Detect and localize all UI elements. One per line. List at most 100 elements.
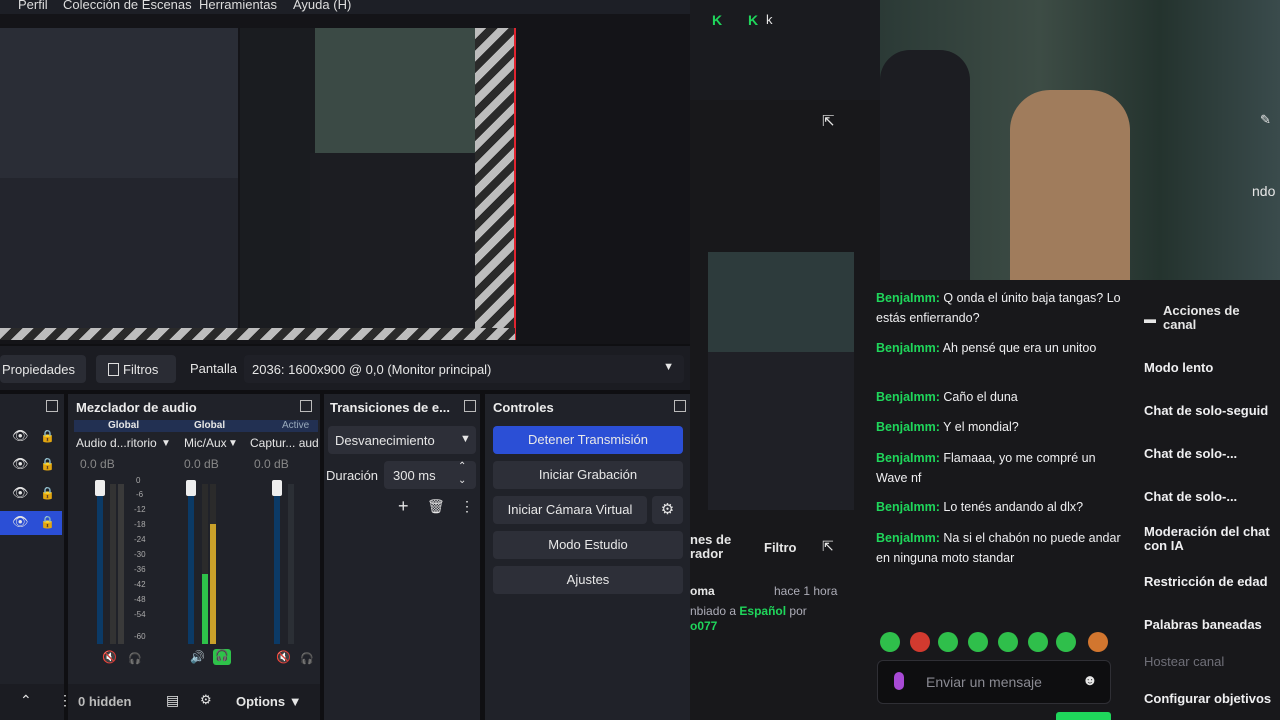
volume-slider-handle[interactable] xyxy=(95,480,105,496)
action-host-channel[interactable]: Hostear canal xyxy=(1144,654,1224,669)
chat-input[interactable]: Enviar un mensaje ☻ xyxy=(877,660,1111,704)
emote-icon[interactable] xyxy=(998,632,1018,652)
db-tick: -12 xyxy=(134,505,146,514)
chat-message: BenjaImm: Y el mondial? xyxy=(876,417,1126,437)
gear-icon[interactable]: ⚙ xyxy=(652,496,683,524)
menu-tools[interactable]: Herramientas xyxy=(199,0,277,12)
chat-username[interactable]: BenjaImm: xyxy=(876,291,940,305)
studio-mode-button[interactable]: Modo Estudio xyxy=(493,531,683,559)
db-tick: -6 xyxy=(136,490,144,499)
volume-slider-track[interactable] xyxy=(97,484,103,644)
chat-username[interactable]: BenjaImm: xyxy=(876,341,940,355)
screen-select-value: 2036: 1600x900 @ 0,0 (Monitor principal) xyxy=(252,362,492,377)
mixer-footer: 0 hidden ▤ ⚙ Options ▼ xyxy=(68,684,320,720)
lock-icon[interactable]: 🔒 xyxy=(40,515,55,529)
send-button[interactable] xyxy=(1056,712,1111,720)
layout-icon[interactable]: ▤ xyxy=(166,692,179,709)
start-recording-button[interactable]: Iniciar Grabación xyxy=(493,461,683,489)
chat-message: BenjaImm: Lo tenés andando al dlx? xyxy=(876,497,1126,517)
nested-twitch-panel xyxy=(240,28,315,328)
headphones-icon[interactable]: 🎧 xyxy=(128,652,142,665)
chat-username[interactable]: BenjaImm: xyxy=(876,531,940,545)
emote-icon[interactable] xyxy=(968,632,988,652)
action-followers-only[interactable]: Chat de solo-seguid xyxy=(1144,403,1268,418)
chevron-down-icon[interactable]: ▼ xyxy=(161,438,171,449)
action-banned-words[interactable]: Palabras baneadas xyxy=(1144,617,1262,632)
sources-dock: 👁 🔒 👁 🔒 👁 🔒 👁 🔒 ⌃ ⋮ xyxy=(0,394,72,720)
source-row[interactable]: 👁 🔒 xyxy=(0,456,62,476)
popout-icon[interactable]: ⇱ xyxy=(822,112,835,130)
headphones-icon[interactable]: 🎧 xyxy=(300,652,314,665)
volume-slider-track[interactable] xyxy=(188,484,194,644)
trash-icon[interactable]: 🗑 xyxy=(427,498,445,515)
menu-help[interactable]: Ayuda (H) xyxy=(293,0,351,12)
filters-icon xyxy=(108,363,119,376)
emote-icon[interactable] xyxy=(1028,632,1048,652)
properties-button[interactable]: Propiedades xyxy=(0,355,86,383)
preview-canvas[interactable] xyxy=(0,14,690,344)
popout-icon[interactable] xyxy=(464,400,476,412)
source-row-selected[interactable]: 👁 🔒 xyxy=(0,511,62,535)
screen-select[interactable]: 2036: 1600x900 @ 0,0 (Monitor principal)… xyxy=(244,355,684,383)
lock-icon[interactable]: 🔒 xyxy=(40,457,55,471)
popout-icon[interactable] xyxy=(674,400,686,412)
speaker-muted-icon[interactable]: 🔇 xyxy=(276,650,291,664)
popout-icon[interactable] xyxy=(46,400,58,412)
edit-icon[interactable]: ✎ xyxy=(1260,112,1271,128)
volume-slider-track[interactable] xyxy=(274,484,280,644)
popout-icon[interactable]: ⇱ xyxy=(822,538,834,555)
eye-icon[interactable]: 👁 xyxy=(12,456,29,472)
action-slow-mode[interactable]: Modo lento xyxy=(1144,360,1213,375)
chat-username[interactable]: BenjaImm: xyxy=(876,500,940,514)
eye-icon[interactable]: 👁 xyxy=(12,428,29,444)
chat-username[interactable]: BenjaImm: xyxy=(876,420,940,434)
chat-username[interactable]: BenjaImm: xyxy=(876,390,940,404)
emote-icon[interactable] xyxy=(910,632,930,652)
emote-icon[interactable] xyxy=(880,632,900,652)
eye-icon[interactable]: 👁 xyxy=(12,485,29,501)
lock-icon[interactable]: 🔒 xyxy=(40,486,55,500)
action-age-restriction[interactable]: Restricción de edad xyxy=(1144,574,1268,589)
speaker-icon[interactable]: 🔊 xyxy=(190,650,205,664)
virtual-cam-button[interactable]: Iniciar Cámara Virtual xyxy=(493,496,647,524)
volume-slider-handle[interactable] xyxy=(186,480,196,496)
eye-icon[interactable]: 👁 xyxy=(12,514,29,530)
gear-icon[interactable]: ⚙ xyxy=(200,692,212,708)
filters-button[interactable]: Filtros xyxy=(96,355,176,383)
chevron-down-icon[interactable]: ⌄ xyxy=(458,475,466,486)
duration-stepper[interactable]: 300 ms ⌃ ⌄ xyxy=(384,461,476,489)
emoji-icon[interactable]: ☻ xyxy=(1082,672,1098,689)
chevron-down-icon[interactable]: ▼ xyxy=(228,438,238,449)
db-tick: -24 xyxy=(134,535,146,544)
chat-text: Ah pensé que era un unitoo xyxy=(942,341,1097,355)
action-ai-moderation[interactable]: Moderación del chat con IA xyxy=(1144,525,1280,553)
action-subs-only[interactable]: Chat de solo-... xyxy=(1144,446,1237,461)
emote-icon[interactable] xyxy=(1088,632,1108,652)
transition-value: Desvanecimiento xyxy=(335,433,435,448)
log-text-prefix: nbiado a xyxy=(690,604,737,618)
speaker-muted-icon[interactable]: 🔇 xyxy=(102,650,117,664)
menu-profile[interactable]: Perfil xyxy=(18,0,48,12)
move-up-icon[interactable]: ⌃ xyxy=(20,692,32,709)
chat-username[interactable]: BenjaImm: xyxy=(876,451,940,465)
transition-select[interactable]: Desvanecimiento ▼ xyxy=(328,426,476,454)
emote-icon[interactable] xyxy=(1056,632,1076,652)
action-emote-only[interactable]: Chat de solo-... xyxy=(1144,489,1237,504)
microphone-icon[interactable] xyxy=(894,672,904,690)
emote-icon[interactable] xyxy=(938,632,958,652)
source-row[interactable]: 👁 🔒 xyxy=(0,428,62,448)
settings-button[interactable]: Ajustes xyxy=(493,566,683,594)
popout-icon[interactable] xyxy=(300,400,312,412)
source-row[interactable]: 👁 🔒 xyxy=(0,485,62,505)
options-button[interactable]: Options ▼ xyxy=(236,694,302,709)
headphones-icon[interactable]: 🎧 xyxy=(213,649,231,665)
stop-stream-button[interactable]: Detener Transmisión xyxy=(493,426,683,454)
lock-icon[interactable]: 🔒 xyxy=(40,429,55,443)
more-icon[interactable]: ⋮ xyxy=(460,498,474,515)
volume-slider-handle[interactable] xyxy=(272,480,282,496)
menu-scene-collection[interactable]: Colección de Escenas xyxy=(63,0,192,12)
filter-button[interactable]: Filtro xyxy=(764,540,797,555)
add-icon[interactable]: + xyxy=(398,496,409,517)
action-goals[interactable]: Configurar objetivos xyxy=(1144,691,1271,706)
chevron-up-icon[interactable]: ⌃ xyxy=(458,461,466,472)
